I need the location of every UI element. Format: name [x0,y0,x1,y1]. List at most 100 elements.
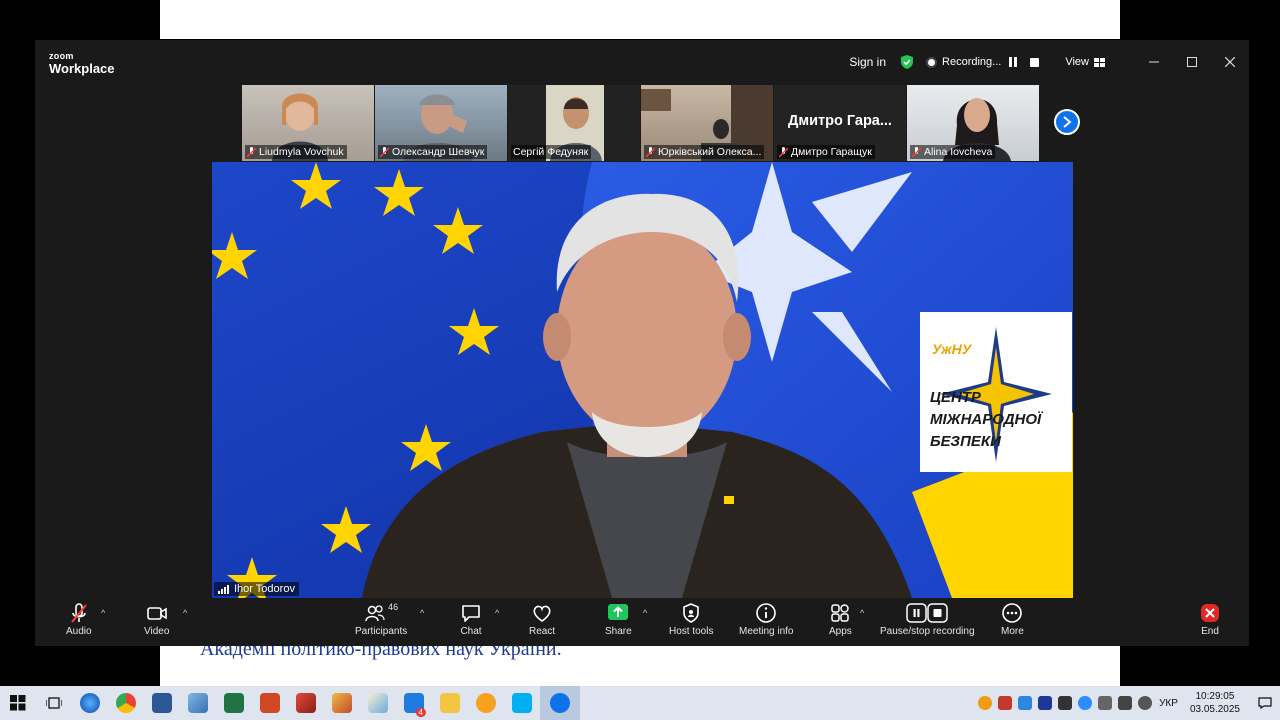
start-button[interactable] [0,686,36,720]
taskbar-zoom[interactable] [540,686,580,720]
task-view-button[interactable] [36,686,72,720]
taskbar-app[interactable] [324,686,360,720]
recording-label: Recording... [942,56,1002,68]
sign-in-link[interactable]: Sign in [849,55,886,69]
task-view-icon [46,697,62,709]
video-label: Video [144,626,170,637]
share-screen-icon [608,604,629,620]
shield-check-icon[interactable] [900,55,914,69]
participant-tile[interactable]: Юрківський Олекса... [641,85,773,161]
video-options-caret[interactable]: ^ [183,608,187,618]
app-icon [80,693,100,713]
language-indicator[interactable]: УКР [1159,698,1178,709]
host-tools-button[interactable]: Host tools [669,602,713,637]
tray-app-icon[interactable] [998,696,1013,710]
taskbar-skype[interactable] [504,686,540,720]
mic-muted-icon [646,146,655,158]
participant-name: Юрківський Олекса... [644,145,765,159]
mic-muted-icon [71,603,87,623]
participants-label: Participants [355,626,408,637]
taskbar-chrome[interactable] [108,686,144,720]
recording-dot-icon [926,56,938,68]
taskbar-powerpoint[interactable] [252,686,288,720]
heart-icon [533,605,551,622]
participant-tile[interactable]: Олександр Шевчук [375,85,507,161]
end-meeting-button[interactable]: End [1199,602,1221,637]
notifications-button[interactable] [1250,686,1280,720]
react-label: React [529,626,556,637]
document-page-bottom: Академії політико-правових наук України. [160,646,1120,686]
mic-muted-icon [247,146,256,158]
apps-icon [831,604,850,622]
signal-bars-icon [218,584,229,594]
participants-icon [365,605,385,622]
more-button[interactable]: More [1001,602,1024,637]
taskbar-mail[interactable]: 4 [396,686,432,720]
taskbar-excel[interactable] [216,686,252,720]
apps-button[interactable]: Apps [829,602,852,637]
share-button[interactable]: Share [605,602,632,637]
logo-text-uzhnu: УжНУ [932,341,973,357]
participants-options-caret[interactable]: ^ [420,608,424,618]
logo-text-line1: ЦЕНТР [930,389,982,406]
react-button[interactable]: React [529,602,555,637]
audio-options-caret[interactable]: ^ [101,608,105,618]
participants-button[interactable]: 46 Participants [355,602,407,637]
minimize-button[interactable] [1135,40,1173,84]
pause-icon [1009,57,1018,67]
zoom-window: zoom Workplace Sign in Recording... View [35,40,1249,646]
chrome-icon [116,693,136,713]
participant-tile[interactable]: Alina Iovcheva [907,85,1039,161]
participant-tile[interactable]: Дмитро Гара... Дмитро Гаращук [774,85,906,161]
taskbar-app[interactable] [288,686,324,720]
close-button[interactable] [1211,40,1249,84]
speaker-icon[interactable] [1118,696,1133,710]
stop-recording-button[interactable] [1025,53,1043,71]
taskbar-paint[interactable] [360,686,396,720]
apps-options-caret[interactable]: ^ [860,608,864,618]
info-icon [756,603,777,623]
network-icon[interactable] [1138,696,1153,710]
audio-button[interactable]: Audio [66,602,92,637]
chat-button[interactable]: Chat [460,602,482,637]
tray-app-icon[interactable] [1038,696,1053,710]
active-speaker-video[interactable]: УжНУ ЦЕНТР МІЖНАРОДНОЇ БЕЗПЕКИ Ihor Todo… [212,162,1073,598]
taskbar-app[interactable] [72,686,108,720]
meeting-info-button[interactable]: Meeting info [739,602,793,637]
tray-app-icon[interactable] [978,696,993,710]
participant-tile[interactable]: Сергій Федуняк [508,85,640,161]
close-icon [1225,57,1235,67]
zoom-tray-icon[interactable] [1078,696,1093,710]
pause-stop-recording-button[interactable]: Pause/stop recording [880,602,975,637]
taskbar-app[interactable] [180,686,216,720]
battery-icon[interactable] [1058,696,1073,710]
pause-recording-button[interactable] [1004,53,1022,71]
taskbar-word[interactable] [144,686,180,720]
chat-options-caret[interactable]: ^ [495,608,499,618]
taskbar-app[interactable] [468,686,504,720]
more-label: More [1001,626,1024,637]
powerpoint-icon [260,693,280,713]
apps-label: Apps [829,626,852,637]
clock[interactable]: 10:29:05 03.05.2025 [1190,690,1240,716]
app-icon [332,693,352,713]
video-button[interactable]: Video [144,602,169,637]
mic-muted-icon [380,146,389,158]
microphone-icon[interactable] [1098,696,1113,710]
view-label: View [1065,56,1089,68]
participant-name: Олександр Шевчук [378,145,488,159]
share-options-caret[interactable]: ^ [643,608,647,618]
word-icon [152,693,172,713]
pause-stop-icon [906,603,948,623]
taskbar-file-explorer[interactable] [432,686,468,720]
tray-app-icon[interactable] [1018,696,1033,710]
view-button[interactable]: View [1065,56,1105,68]
share-label: Share [605,626,632,637]
app-icon [476,693,496,713]
grid-icon [1094,57,1105,67]
end-label: End [1201,626,1219,637]
chevron-right-icon [1063,116,1072,128]
next-page-button[interactable] [1054,109,1080,135]
maximize-button[interactable] [1173,40,1211,84]
participant-tile[interactable]: Liudmyla Vovchuk [242,85,374,161]
